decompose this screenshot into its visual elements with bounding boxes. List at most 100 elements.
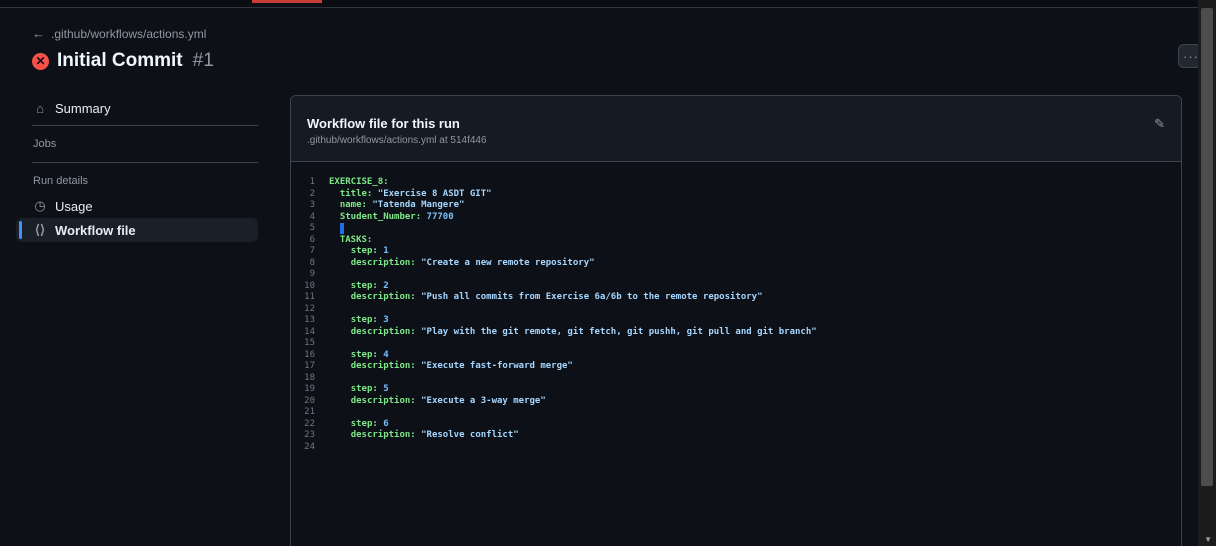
- line-text: description: "Resolve conflict": [329, 430, 519, 442]
- line-number: 7: [309, 246, 315, 256]
- text-cursor: [339, 223, 344, 234]
- yaml-key: description:: [350, 430, 416, 440]
- page-title: Initial Commit: [57, 50, 183, 71]
- line-number: 15: [304, 338, 315, 348]
- code-line: 10 step: 2: [291, 281, 1181, 293]
- code-line: 6 TASKS:: [291, 235, 1181, 247]
- code-line: 14 description: "Play with the git remot…: [291, 327, 1181, 339]
- line-text: step: 3: [329, 315, 389, 327]
- line-number: 5: [309, 223, 315, 233]
- line-number: 4: [309, 211, 315, 222]
- yaml-value: 2: [377, 280, 389, 291]
- yaml-value: "Play with the git remote, git fetch, gi…: [415, 326, 817, 337]
- line-text: TASKS:: [329, 234, 373, 247]
- line-text: description: "Execute fast-forward merge…: [329, 361, 573, 373]
- line-text: description: "Push all commits from Exer…: [329, 292, 763, 304]
- code-line: 15: [291, 338, 1181, 350]
- yaml-key: TASKS:: [339, 234, 373, 245]
- line-number: 20: [304, 395, 315, 406]
- code-line: 1 EXERCISE_8:: [291, 177, 1181, 189]
- top-edge: [0, 0, 1198, 8]
- sidebar-divider: [32, 162, 258, 163]
- line-number: 1: [309, 177, 315, 187]
- line-number: 13: [304, 315, 315, 325]
- sidebar-item-summary[interactable]: ⌂ Summary: [16, 96, 258, 120]
- run-header: ← .github/workflows/actions.yml ✕ Initia…: [32, 26, 1176, 86]
- yaml-key: Student_Number:: [339, 211, 422, 222]
- sidebar-item-label: Summary: [55, 100, 111, 116]
- yaml-key: step:: [350, 280, 378, 291]
- code-line: 12: [291, 304, 1181, 316]
- back-link-label: .github/workflows/actions.yml: [51, 26, 207, 41]
- yaml-key: step:: [350, 384, 378, 394]
- yaml-key: step:: [350, 315, 378, 325]
- line-number: 24: [304, 441, 315, 452]
- back-link[interactable]: ← .github/workflows/actions.yml: [32, 26, 1176, 41]
- line-text: [329, 223, 344, 235]
- code-line: 8 description: "Create a new remote repo…: [291, 258, 1181, 270]
- line-text: title: "Exercise 8 ASDT GIT": [329, 189, 492, 201]
- stopwatch-icon: ◷: [34, 198, 46, 213]
- code-line: 19 step: 5: [291, 384, 1181, 396]
- file-code-icon: ⟨⟩: [34, 222, 46, 237]
- yaml-key: description:: [350, 361, 416, 371]
- line-text: description: "Execute a 3-way merge": [329, 396, 546, 408]
- yaml-key: description:: [350, 257, 416, 268]
- line-number: 12: [304, 303, 315, 314]
- code-view: 1 EXERCISE_8: 2 title: "Exercise 8 ASDT GI…: [291, 162, 1181, 453]
- pencil-icon[interactable]: ✎: [1154, 116, 1165, 132]
- yaml-value: 4: [377, 349, 389, 360]
- yaml-key: step:: [350, 349, 378, 360]
- sidebar-item-label: Usage: [55, 198, 93, 214]
- line-number: 11: [304, 292, 315, 302]
- yaml-key: EXERCISE_8:: [329, 177, 389, 187]
- scroll-down-icon[interactable]: ▼: [1204, 535, 1212, 544]
- code-line: 9: [291, 269, 1181, 281]
- workflow-file-panel: Workflow file for this run .github/workf…: [290, 95, 1182, 546]
- line-number: 19: [304, 384, 315, 394]
- yaml-value: "Exercise 8 ASDT GIT": [372, 188, 492, 199]
- sidebar-item-workflow-file[interactable]: ⟨⟩ Workflow file: [16, 218, 258, 242]
- active-tab-indicator: [252, 0, 322, 3]
- yaml-value: "Create a new remote repository": [415, 257, 595, 268]
- sidebar-divider: [32, 125, 258, 126]
- yaml-value: "Tatenda Mangere": [366, 200, 465, 210]
- arrow-left-icon: ←: [32, 26, 45, 41]
- line-text: step: 4: [329, 350, 389, 362]
- code-line: 5: [291, 223, 1181, 235]
- scrollbar-thumb[interactable]: [1201, 8, 1213, 486]
- panel-subtitle: .github/workflows/actions.yml at 514f446: [307, 135, 487, 146]
- yaml-value: 77700: [421, 211, 454, 222]
- page-scrollbar[interactable]: ▼: [1198, 0, 1216, 546]
- line-text: step: 1: [329, 246, 389, 258]
- line-text: step: 5: [329, 384, 389, 396]
- line-number: 8: [309, 257, 315, 268]
- title-row: ✕ Initial Commit #1: [32, 50, 1176, 72]
- line-text: step: 6: [329, 419, 389, 431]
- yaml-value: "Push all commits from Exercise 6a/6b to…: [415, 292, 763, 302]
- line-number: 2: [309, 188, 315, 199]
- yaml-value: "Resolve conflict": [415, 430, 519, 440]
- x-circle-fill-icon: ✕: [32, 52, 49, 70]
- yaml-value: 1: [377, 246, 389, 256]
- yaml-value: 6: [377, 418, 389, 429]
- line-number: 18: [304, 372, 315, 383]
- line-text: description: "Play with the git remote, …: [329, 327, 817, 339]
- line-number: 6: [309, 234, 315, 245]
- code-line: 20 description: "Execute a 3-way merge": [291, 396, 1181, 408]
- code-line: 13 step: 3: [291, 315, 1181, 327]
- sidebar-item-usage[interactable]: ◷ Usage: [16, 194, 258, 218]
- line-number: 10: [304, 280, 315, 291]
- line-number: 21: [304, 407, 315, 417]
- code-line: 24: [291, 442, 1181, 454]
- code-line: 11 description: "Push all commits from E…: [291, 292, 1181, 304]
- sidebar-item-label: Workflow file: [55, 222, 136, 238]
- yaml-key: title:: [339, 188, 373, 199]
- yaml-key: description:: [350, 292, 416, 302]
- sidebar: ⌂ Summary Jobs Run details ◷ Usage ⟨⟩ Wo…: [16, 96, 258, 242]
- kebab-horizontal-icon: ···: [1183, 48, 1199, 64]
- yaml-key: description:: [350, 395, 416, 406]
- code-line: 21: [291, 407, 1181, 419]
- panel-header: Workflow file for this run .github/workf…: [291, 96, 1181, 162]
- sidebar-heading-jobs: Jobs: [33, 138, 57, 150]
